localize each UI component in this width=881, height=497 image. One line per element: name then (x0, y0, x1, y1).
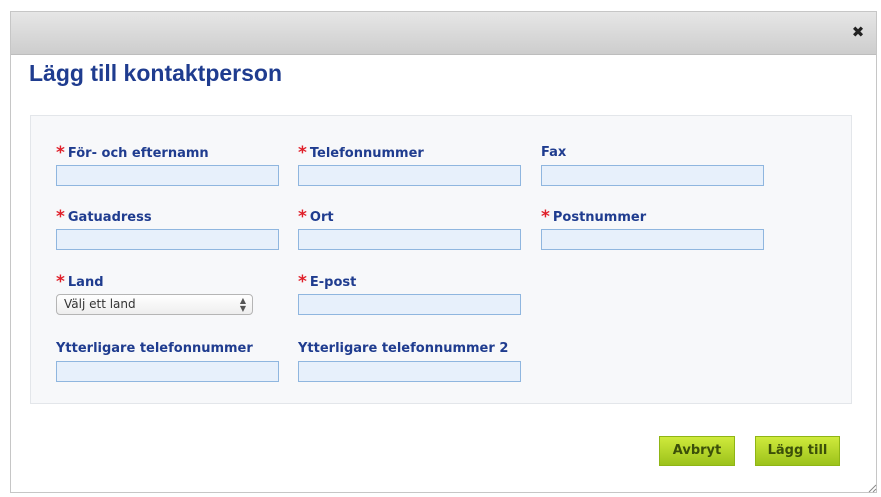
country-select[interactable]: Välj ett land ▲ ▼ (56, 294, 253, 315)
city-field: * Ort (298, 208, 521, 250)
full-name-label: * För- och efternamn (56, 143, 209, 163)
street-label: * Gatuadress (56, 207, 152, 227)
contact-form-panel: * För- och efternamn * Telefonnummer Fax *… (30, 115, 852, 404)
required-marker: * (56, 207, 65, 227)
extra-phone-2-label: Ytterligare telefonnummer 2 (298, 341, 509, 356)
dialog-titlebar[interactable]: ✖ (11, 12, 876, 55)
country-selected-value: Välj ett land (64, 297, 136, 311)
full-name-field: * För- och efternamn (56, 144, 279, 186)
street-field: * Gatuadress (56, 208, 279, 250)
fax-label: Fax (541, 145, 567, 160)
extra-phone-field: Ytterligare telefonnummer (56, 340, 279, 382)
cancel-button[interactable]: Avbryt (659, 436, 735, 466)
postal-code-input[interactable] (541, 229, 764, 250)
postal-code-field: * Postnummer (541, 208, 764, 250)
postal-code-label: * Postnummer (541, 207, 647, 227)
city-label: * Ort (298, 207, 334, 227)
email-field: * E-post (298, 273, 521, 315)
fax-field: Fax (541, 144, 764, 186)
required-marker: * (56, 143, 65, 163)
add-button[interactable]: Lägg till (755, 436, 840, 466)
close-icon[interactable]: ✖ (851, 25, 865, 40)
street-input[interactable] (56, 229, 279, 250)
city-input[interactable] (298, 229, 521, 250)
required-marker: * (56, 272, 65, 292)
required-marker: * (298, 143, 307, 163)
fax-input[interactable] (541, 165, 764, 186)
extra-phone-label: Ytterligare telefonnummer (56, 341, 253, 356)
email-label: * E-post (298, 272, 357, 292)
dialog-title: Lägg till kontaktperson (29, 60, 283, 86)
phone-field: * Telefonnummer (298, 144, 521, 186)
required-marker: * (298, 272, 307, 292)
select-arrows-icon: ▲ ▼ (239, 296, 246, 313)
extra-phone-2-field: Ytterligare telefonnummer 2 (298, 340, 521, 382)
required-marker: * (541, 207, 550, 227)
resize-handle-icon[interactable] (868, 484, 877, 493)
phone-label: * Telefonnummer (298, 143, 424, 163)
extra-phone-input[interactable] (56, 361, 279, 382)
phone-input[interactable] (298, 165, 521, 186)
full-name-input[interactable] (56, 165, 279, 186)
required-marker: * (298, 207, 307, 227)
extra-phone-2-input[interactable] (298, 361, 521, 382)
country-field: * Land Välj ett land ▲ ▼ (56, 273, 279, 315)
country-label: * Land (56, 272, 104, 292)
email-input[interactable] (298, 294, 521, 315)
